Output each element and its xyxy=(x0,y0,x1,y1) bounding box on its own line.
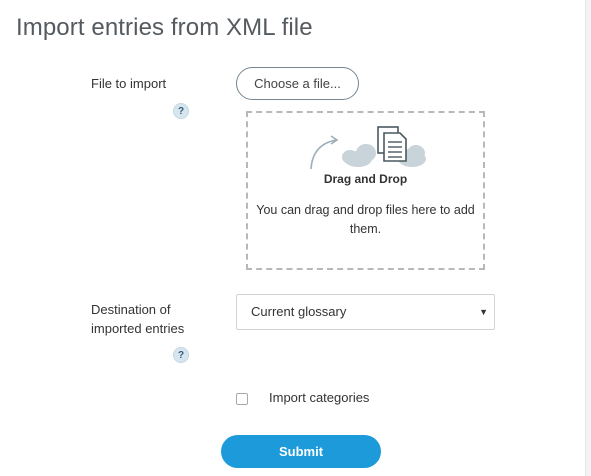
help-icon[interactable]: ? xyxy=(173,103,189,119)
page-title: Import entries from XML file xyxy=(16,14,313,41)
file-to-import-label: File to import xyxy=(91,76,167,91)
destination-label-line2: imported entries xyxy=(91,321,185,336)
caret-down-icon: ▼ xyxy=(479,307,488,317)
destination-select-value: Current glossary xyxy=(251,304,347,319)
scrollbar-track[interactable] xyxy=(585,0,591,476)
choose-file-button[interactable]: Choose a file... xyxy=(236,67,359,100)
destination-label: Destination of imported entries xyxy=(91,300,184,338)
file-upload-cloud-icon xyxy=(306,123,430,176)
destination-label-line1: Destination of xyxy=(91,302,171,317)
submit-button[interactable]: Submit xyxy=(221,435,381,468)
import-categories-label[interactable]: Import categories xyxy=(269,390,369,405)
import-categories-checkbox[interactable] xyxy=(236,393,248,405)
destination-select[interactable]: Current glossary ▼ xyxy=(236,294,495,330)
help-icon[interactable]: ? xyxy=(173,347,189,363)
dropzone-title: Drag and Drop xyxy=(323,172,408,186)
drag-drop-zone[interactable]: Drag and Drop You can drag and drop file… xyxy=(246,111,485,270)
dropzone-text: You can drag and drop files here to add … xyxy=(256,203,475,236)
